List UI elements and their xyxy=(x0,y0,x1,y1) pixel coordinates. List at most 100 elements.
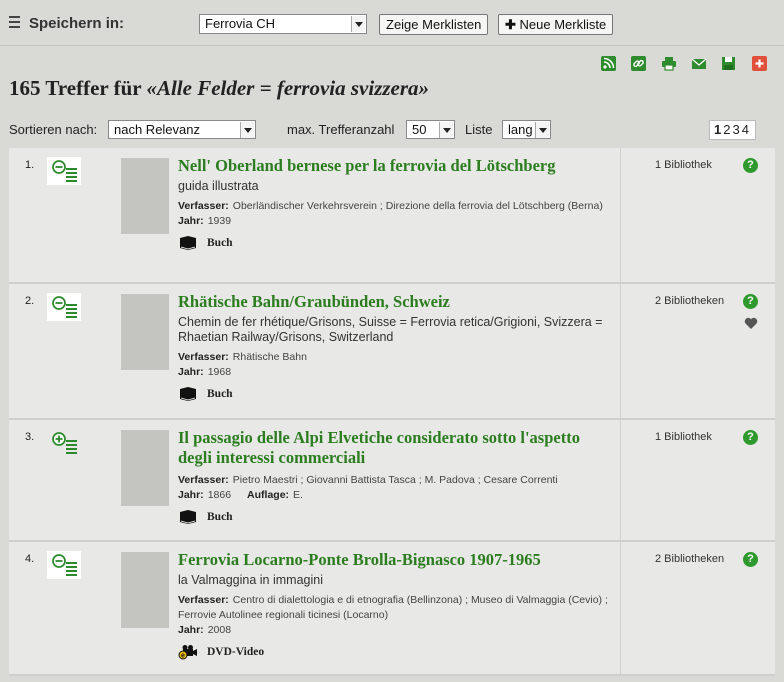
add-to-list-icon[interactable] xyxy=(47,429,81,457)
link-icon[interactable] xyxy=(631,56,646,71)
help-icon[interactable]: ? xyxy=(743,294,758,309)
new-list-button-label: Neue Merkliste xyxy=(519,17,607,32)
result-item: 1. Nell' Oberland bernese per la ferrovi… xyxy=(9,148,775,284)
author-label: Verfasser: xyxy=(178,200,229,212)
media-type: Buch xyxy=(207,237,233,249)
media-type: Buch xyxy=(207,388,233,400)
column-divider xyxy=(620,420,621,540)
sort-select[interactable]: nach Relevanz xyxy=(108,120,256,139)
plus-icon: ✚ xyxy=(505,17,516,32)
list-label: Liste xyxy=(465,122,493,137)
year-label: Jahr: xyxy=(178,215,204,227)
result-number: 3. xyxy=(25,431,35,443)
list-mode-select[interactable]: lang xyxy=(502,120,551,139)
max-hits-select[interactable]: 50 xyxy=(406,120,455,139)
result-title[interactable]: Nell' Oberland bernese per la ferrovia d… xyxy=(178,156,608,176)
year-label: Jahr: xyxy=(178,489,204,501)
chevron-down-icon xyxy=(439,122,453,138)
sort-label: Sortieren nach: xyxy=(9,122,98,137)
column-divider xyxy=(620,148,621,282)
cover-thumbnail[interactable] xyxy=(121,294,169,370)
media-type: DVD-Video xyxy=(207,646,265,658)
help-icon[interactable]: ? xyxy=(743,430,758,445)
save-toolbar: Speichern in: Ferrovia CH Zeige Merklist… xyxy=(0,0,784,46)
year-value: 1968 xyxy=(207,366,232,378)
year-value: 1866 xyxy=(207,489,232,501)
print-icon[interactable] xyxy=(661,56,676,71)
save-list-select-value: Ferrovia CH xyxy=(205,16,276,31)
library-count[interactable]: 1 Bibliothek xyxy=(655,159,712,171)
year-value: 2008 xyxy=(207,624,232,636)
result-subtitle: guida illustrata xyxy=(178,179,259,193)
rss-icon[interactable] xyxy=(601,56,616,71)
result-item: 4. Ferrovia Locarno-Ponte Brolla-Bignasc… xyxy=(9,542,775,676)
sort-bar: Sortieren nach: nach Relevanz max. Treff… xyxy=(0,118,784,142)
menu-icon[interactable] xyxy=(9,16,20,28)
save-list-select[interactable]: Ferrovia CH xyxy=(199,14,367,34)
add-icon[interactable] xyxy=(752,56,767,71)
media-type: Buch xyxy=(207,511,233,523)
cover-thumbnail[interactable] xyxy=(121,430,169,506)
results-heading: 165 Treffer für «Alle Felder = ferrovia … xyxy=(9,76,429,101)
page-2[interactable]: 2 xyxy=(723,122,730,137)
result-title[interactable]: Rhätische Bahn/Graubünden, Schweiz xyxy=(178,292,608,312)
book-icon xyxy=(178,386,198,402)
mail-icon[interactable] xyxy=(691,56,707,71)
year-value: 1939 xyxy=(207,215,232,227)
remove-from-list-icon[interactable] xyxy=(47,293,81,321)
max-hits-label: max. Trefferanzahl xyxy=(287,122,395,137)
library-count[interactable]: 2 Bibliotheken xyxy=(655,295,724,307)
result-number: 2. xyxy=(25,295,35,307)
library-count[interactable]: 1 Bibliothek xyxy=(655,431,712,443)
help-icon[interactable]: ? xyxy=(743,158,758,173)
author-value: Pietro Maestri ; Giovanni Battista Tasca… xyxy=(232,474,558,486)
year-label: Jahr: xyxy=(178,624,204,636)
remove-from-list-icon[interactable] xyxy=(47,551,81,579)
save-icon[interactable] xyxy=(721,56,736,71)
search-query: «Alle Felder = ferrovia svizzera» xyxy=(146,76,430,100)
result-item: 2. Rhätische Bahn/Graubünden, Schweiz Ch… xyxy=(9,284,775,420)
result-item: 3. Il passagio delle Alpi Elvetiche cons… xyxy=(9,420,775,542)
results-count: 165 Treffer für xyxy=(9,76,142,100)
page-1: 1 xyxy=(714,122,722,137)
result-subtitle: Chemin de fer rhétique/Grisons, Suisse =… xyxy=(178,315,603,344)
year-label: Jahr: xyxy=(178,366,204,378)
book-icon xyxy=(178,509,198,525)
list-mode-select-value: lang xyxy=(508,122,533,137)
result-subtitle: la Valmaggina in immagini xyxy=(178,573,323,587)
result-number: 4. xyxy=(25,553,35,565)
library-count[interactable]: 2 Bibliotheken xyxy=(655,553,724,565)
max-hits-select-value: 50 xyxy=(412,122,427,137)
video-camera-icon: e xyxy=(178,644,198,660)
heart-icon[interactable] xyxy=(744,316,758,330)
author-value: Rhätische Bahn xyxy=(232,351,307,363)
chevron-down-icon xyxy=(535,122,549,138)
author-value: Centro di dialettologia e di etnografia … xyxy=(178,594,608,621)
help-icon[interactable]: ? xyxy=(743,552,758,567)
author-value: Oberländischer Verkehrsverein ; Direzion… xyxy=(232,200,603,212)
column-divider xyxy=(620,542,621,674)
new-list-button[interactable]: ✚ Neue Merkliste xyxy=(498,14,614,35)
cover-thumbnail[interactable] xyxy=(121,158,169,234)
author-label: Verfasser: xyxy=(178,351,229,363)
save-in-label: Speichern in: xyxy=(29,15,125,32)
svg-text:e: e xyxy=(181,653,185,660)
result-title[interactable]: Ferrovia Locarno-Ponte Brolla-Bignasco 1… xyxy=(178,550,608,570)
result-title[interactable]: Il passagio delle Alpi Elvetiche conside… xyxy=(178,428,608,468)
page-3[interactable]: 3 xyxy=(732,122,739,137)
book-icon xyxy=(178,235,198,251)
cover-thumbnail[interactable] xyxy=(121,552,169,628)
chevron-down-icon xyxy=(351,16,365,32)
column-divider xyxy=(620,284,621,418)
remove-from-list-icon[interactable] xyxy=(47,157,81,185)
edition-label: Auflage: xyxy=(247,489,290,501)
author-label: Verfasser: xyxy=(178,474,229,486)
edition-value: E. xyxy=(293,489,303,501)
pagination: 1234 xyxy=(709,120,756,140)
sort-select-value: nach Relevanz xyxy=(114,122,200,137)
results-list: 1. Nell' Oberland bernese per la ferrovi… xyxy=(9,148,775,676)
chevron-down-icon xyxy=(240,122,254,138)
page-4[interactable]: 4 xyxy=(742,122,749,137)
show-lists-button[interactable]: Zeige Merklisten xyxy=(379,14,489,35)
author-label: Verfasser: xyxy=(178,594,229,606)
